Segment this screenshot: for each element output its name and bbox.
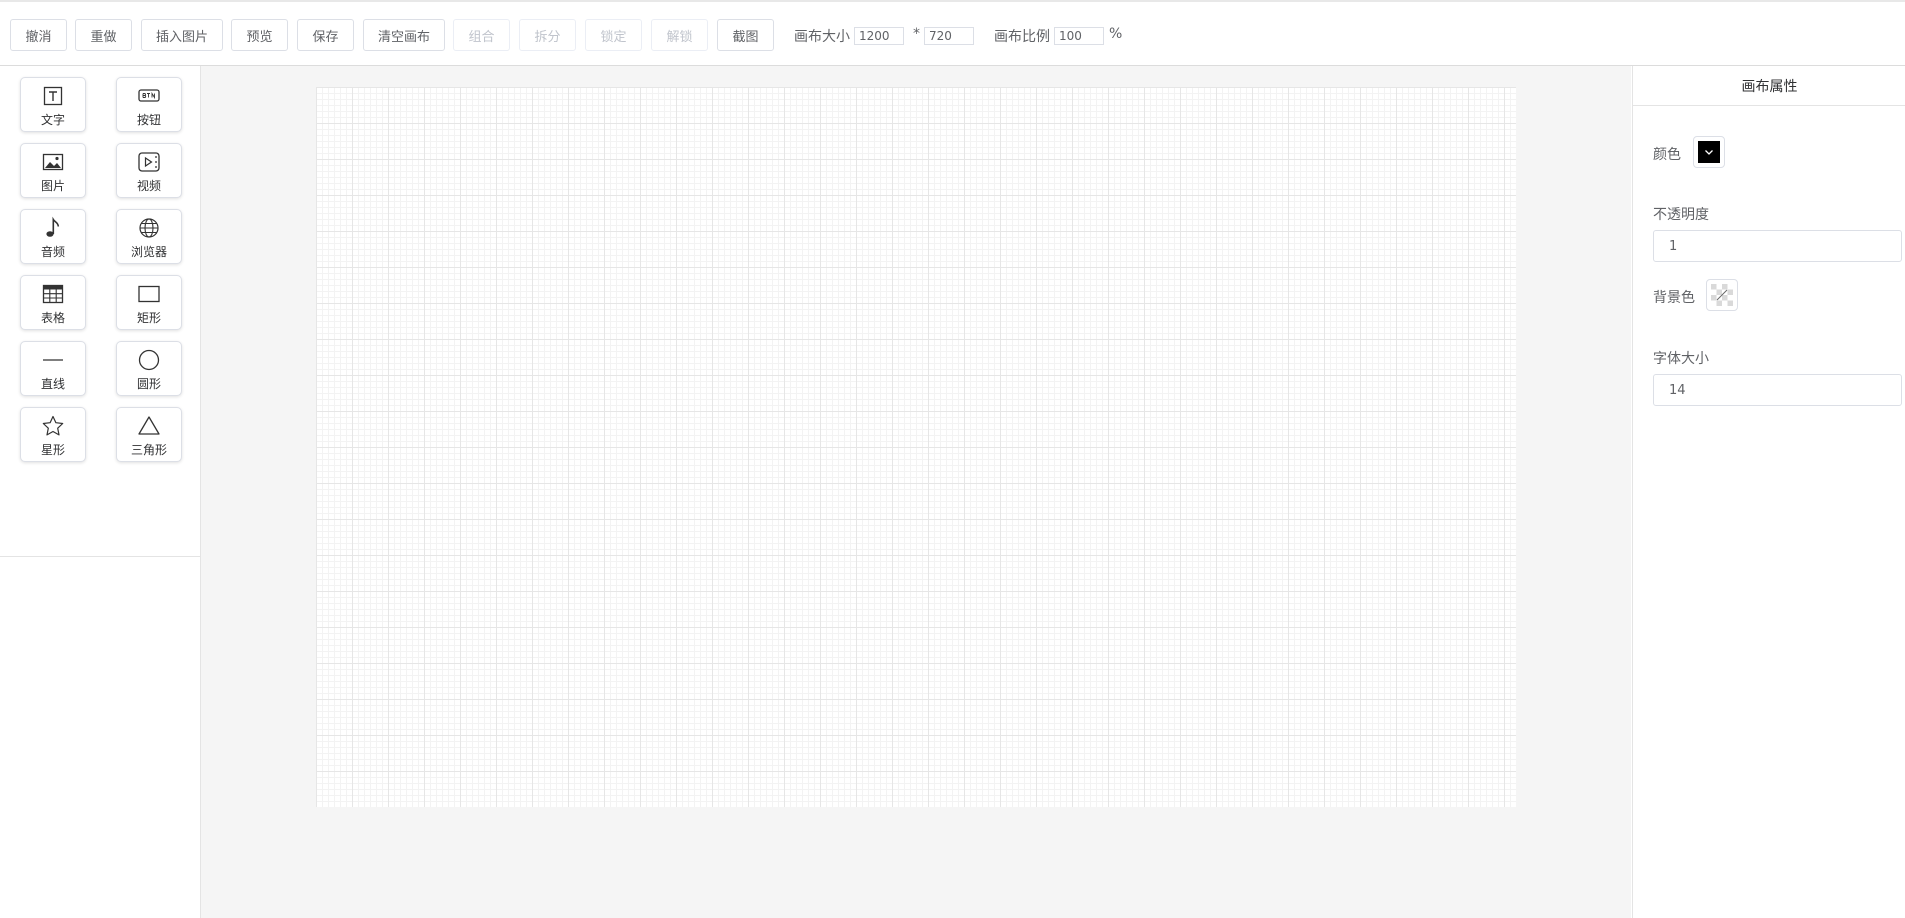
undo-button[interactable]: 撤消: [10, 19, 67, 51]
component-label: 浏览器: [130, 245, 167, 259]
picture-icon: [42, 153, 64, 171]
component-picture[interactable]: 图片: [20, 143, 86, 198]
transparent-checker-icon: [1711, 284, 1733, 306]
component-label: 直线: [40, 377, 65, 391]
component-browser[interactable]: 浏览器: [116, 209, 182, 264]
component-video[interactable]: 视频: [116, 143, 182, 198]
bg-color-picker[interactable]: [1706, 279, 1738, 311]
workspace: [201, 66, 1631, 918]
line-icon: [43, 359, 63, 361]
insert-image-button[interactable]: 插入图片: [141, 19, 223, 51]
canvas-width-input[interactable]: 1200: [854, 27, 904, 45]
color-picker[interactable]: [1693, 136, 1725, 168]
font-size-label: 字体大小: [1653, 351, 1709, 367]
star-icon: [42, 415, 64, 436]
component-label: 三角形: [130, 443, 167, 457]
panel-title: 画布属性: [1633, 66, 1905, 106]
component-label: 表格: [40, 311, 65, 325]
table-icon: [42, 284, 64, 304]
component-label: 星形: [40, 443, 65, 457]
component-label: 视频: [136, 179, 161, 193]
component-label: 按钮: [136, 113, 161, 127]
component-button[interactable]: 按钮: [116, 77, 182, 132]
canvas-height-input[interactable]: 720: [924, 27, 974, 45]
triangle-icon: [138, 416, 160, 435]
canvas-size-label: 画布大小: [794, 29, 850, 45]
component-label: 图片: [40, 179, 65, 193]
bg-color-label: 背景色: [1653, 290, 1695, 306]
clear-canvas-button[interactable]: 清空画布: [363, 19, 445, 51]
canvas-scale-input[interactable]: 100: [1054, 27, 1104, 45]
component-rectangle[interactable]: 矩形: [116, 275, 182, 330]
preview-button[interactable]: 预览: [231, 19, 288, 51]
globe-icon: [139, 218, 159, 238]
screenshot-button[interactable]: 截图: [717, 19, 774, 51]
toolbar: 撤消 重做 插入图片 预览 保存 清空画布 组合 拆分 锁定 解锁 截图 画布大…: [0, 2, 1905, 66]
video-icon: [138, 152, 160, 172]
color-label: 颜色: [1653, 147, 1681, 163]
redo-button[interactable]: 重做: [75, 19, 132, 51]
rectangle-icon: [138, 285, 160, 303]
component-label: 音频: [40, 245, 65, 259]
percent-sign: %: [1109, 26, 1123, 42]
component-star[interactable]: 星形: [20, 407, 86, 462]
palette-divider: [0, 556, 200, 557]
ungroup-button[interactable]: 拆分: [519, 19, 576, 51]
chevron-down-icon: [1705, 150, 1713, 155]
opacity-input[interactable]: 1: [1653, 230, 1902, 262]
font-size-input[interactable]: 14: [1653, 374, 1902, 406]
opacity-label: 不透明度: [1653, 207, 1709, 223]
music-note-icon: [46, 216, 60, 237]
component-audio[interactable]: 音频: [20, 209, 86, 264]
properties-panel: 画布属性 颜色 不透明度 1 背景色 字体大小 14: [1632, 66, 1905, 918]
component-label: 圆形: [136, 377, 161, 391]
canvas-scale-label: 画布比例: [994, 29, 1050, 45]
size-separator: *: [913, 26, 920, 42]
component-label: 文字: [40, 113, 65, 127]
component-line[interactable]: 直线: [20, 341, 86, 396]
unlock-button[interactable]: 解锁: [651, 19, 708, 51]
component-text[interactable]: 文字: [20, 77, 86, 132]
component-label: 矩形: [136, 311, 161, 325]
lock-button[interactable]: 锁定: [585, 19, 642, 51]
circle-icon: [138, 349, 160, 371]
component-triangle[interactable]: 三角形: [116, 407, 182, 462]
group-button[interactable]: 组合: [453, 19, 510, 51]
text-icon: [43, 86, 63, 106]
component-palette: 文字 按钮 图片 视频 音频 浏览器 表格 矩形 直线 圆形 星形 三角形: [0, 66, 201, 918]
component-circle[interactable]: 圆形: [116, 341, 182, 396]
component-table[interactable]: 表格: [20, 275, 86, 330]
button-icon: [138, 89, 160, 102]
design-canvas[interactable]: [316, 87, 1516, 807]
save-button[interactable]: 保存: [297, 19, 354, 51]
